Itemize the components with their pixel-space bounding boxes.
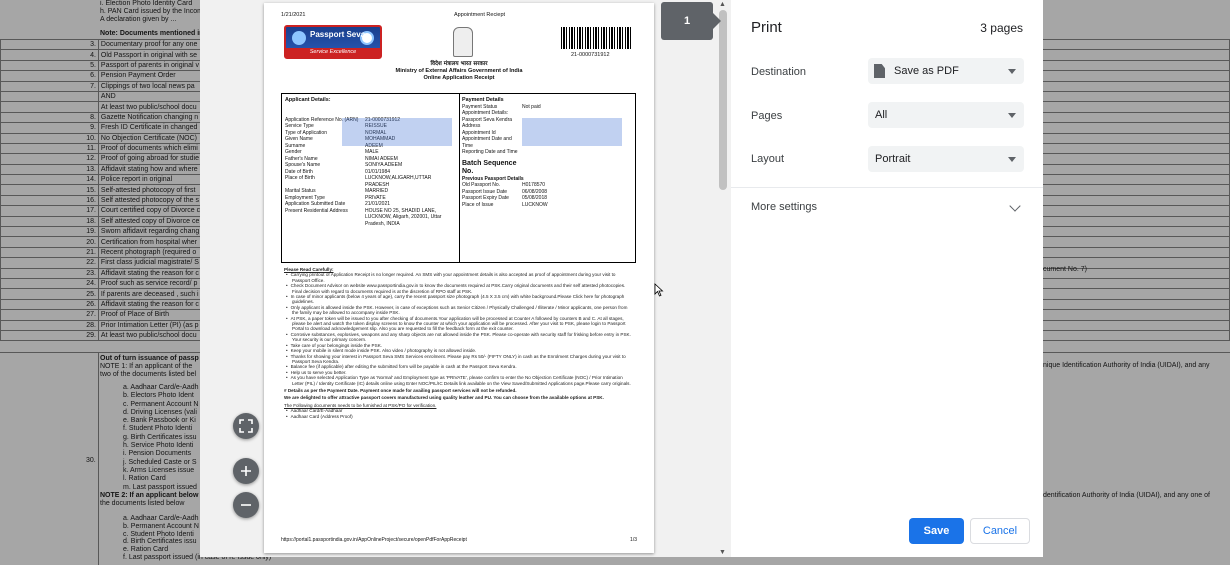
chevron-down-icon	[1008, 69, 1016, 74]
mouse-cursor-icon	[654, 283, 664, 297]
destination-select[interactable]: Save as PDF	[868, 58, 1024, 84]
fit-to-page-icon	[239, 419, 253, 433]
detail-key: Place of Issue	[462, 201, 494, 208]
detail-key: Reporting Date and Time	[462, 149, 518, 155]
ministry-line: Ministry of External Affairs Government …	[395, 68, 523, 74]
passport-seva-logo: Passport Seva Service Excellence	[284, 25, 382, 59]
instruction-bullets: Carrying printout of Application Receipt…	[284, 272, 634, 386]
preview-page: 1/21/2021 Appointment Reciept Passport S…	[264, 3, 654, 553]
detail-value: LUCKNOW,ALIGARH,UTTAR PRADESH	[365, 175, 432, 188]
details-box: Applicant Details: Application Reference…	[281, 93, 636, 263]
instructions-section: Please Read Carefully: Carrying printout…	[284, 267, 634, 419]
chevron-down-icon	[1008, 113, 1016, 118]
more-settings-toggle[interactable]: More settings	[751, 201, 817, 213]
national-emblem-icon	[453, 27, 473, 57]
detail-value: LUCKNOW	[522, 201, 548, 208]
layout-value: Portrait	[875, 153, 911, 165]
batch-sequence: Batch Sequence No.	[462, 159, 517, 175]
scroll-up-icon[interactable]: ▲	[719, 1, 726, 8]
expand-chevron-icon[interactable]	[1009, 200, 1021, 212]
print-title: Print	[751, 19, 782, 36]
details-note: # Details as per the Payment Date. Payme…	[284, 387, 517, 393]
instruction-bullet: At PSK, a paper token will be issued to …	[291, 316, 634, 332]
page-header-title: Appointment Reciept	[454, 12, 506, 18]
pages-label: Pages	[751, 110, 783, 122]
instruction-bullet: As you have selected Application Type as…	[291, 375, 634, 386]
zoom-in-button[interactable]	[233, 458, 259, 484]
instruction-bullet: Only applicant is allowed inside the PSK…	[291, 305, 634, 316]
layout-label: Layout	[751, 153, 785, 165]
barcode-icon	[561, 27, 631, 49]
save-button[interactable]: Save	[909, 518, 964, 544]
page-footer: https://portal1.passportindia.gov.in/App…	[281, 537, 637, 543]
detail-row: Place of Birth LUCKNOW,ALIGARH,UTTAR PRAD…	[285, 175, 455, 188]
applicant-details: Applicant Details: Application Reference…	[285, 97, 455, 227]
page-count: 3 pages	[980, 21, 1023, 35]
page-header-date: 1/21/2021	[281, 12, 306, 18]
furnish-item: Aadhaar Card (Address Proof)	[291, 414, 634, 419]
detail-row: Place of Issue LUCKNOW	[462, 202, 632, 209]
preview-scrollbar[interactable]: ▲ ▼	[716, 0, 730, 557]
instruction-bullet: Check Document Advisor on website www.pa…	[291, 283, 634, 294]
barcode-number: 21-0000731912	[571, 52, 610, 58]
instruction-bullet: In case of minor applicants (below 4 yea…	[291, 294, 634, 305]
pages-value: All	[875, 109, 888, 121]
detail-row: Present Residential Address HOUSE NO 25, …	[285, 208, 455, 228]
detail-value: HOUSE NO 25, SHADID LANE, LUCKNOW, Aliga…	[365, 207, 442, 227]
chevron-down-icon	[1008, 157, 1016, 162]
furnish-list: Aadhaar Card/E-AadhaarAadhaar Card (Addr…	[284, 408, 634, 419]
instruction-bullet: Thanks for showing your interest in Pass…	[291, 354, 634, 365]
print-settings-panel: Print 3 pages Destination Save as PDF Pa…	[731, 0, 1043, 557]
detail-key: Passport Seva Kendra Address	[462, 116, 513, 130]
payment-details: Payment Details Payment Status Not paid Ap…	[462, 97, 632, 208]
instruction-bullet: Corrosive substances, explosives, weapon…	[291, 332, 634, 343]
zoom-out-button[interactable]	[233, 492, 259, 518]
print-preview-pane: 1/21/2021 Appointment Reciept Passport S…	[200, 0, 731, 557]
pdf-file-icon	[874, 64, 885, 78]
destination-value: Save as PDF	[894, 65, 959, 77]
fit-to-page-button[interactable]	[233, 413, 259, 439]
footer-page: 1/3	[630, 537, 637, 543]
layout-select[interactable]: Portrait	[868, 146, 1024, 172]
pages-select[interactable]: All	[868, 102, 1024, 128]
watermark-logo-left	[342, 118, 452, 146]
divider	[731, 187, 1043, 188]
plus-icon	[241, 466, 251, 476]
detail-value	[522, 149, 612, 156]
hindi-line: विदेश मंत्रालय भारत सरकार	[430, 61, 488, 67]
scrollbar-thumb[interactable]	[719, 10, 727, 190]
detail-row: Reporting Date and Time	[462, 149, 632, 156]
scroll-down-icon[interactable]: ▼	[719, 549, 726, 556]
detail-key: Appointment Date and Time	[462, 136, 512, 149]
minus-icon	[241, 504, 251, 506]
detail-key: Present Residential Address	[285, 207, 348, 214]
online-receipt-line: Online Application Receipt	[423, 75, 495, 81]
leather-note: We are delighted to offer attractive pas…	[284, 395, 604, 401]
detail-key: Place of Birth	[285, 175, 315, 181]
ministry-heading: विदेश मंत्रालय भारत सरकार Ministry of Ex…	[264, 61, 654, 82]
instruction-bullet: Carrying printout of Application Receipt…	[291, 272, 634, 283]
page-number-tab[interactable]: 1	[661, 2, 721, 40]
destination-label: Destination	[751, 66, 807, 78]
watermark-logo-right	[522, 118, 622, 146]
cancel-button[interactable]: Cancel	[970, 518, 1030, 544]
applicant-header: Applicant Details:	[285, 97, 331, 103]
footer-url: https://portal1.passportindia.gov.in/App…	[281, 537, 467, 543]
